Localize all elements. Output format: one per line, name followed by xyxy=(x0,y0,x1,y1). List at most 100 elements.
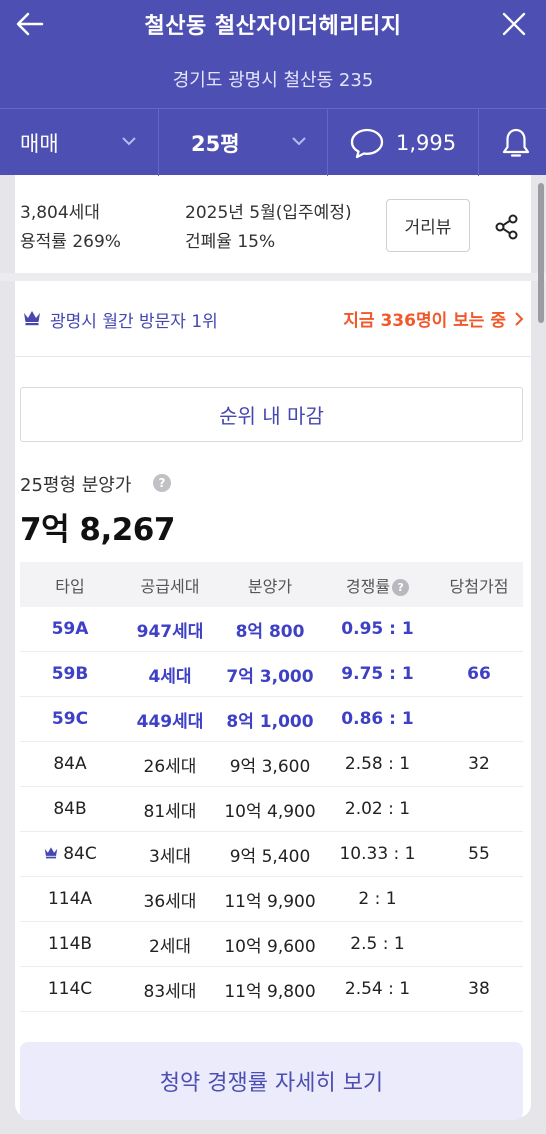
speech-bubble-icon xyxy=(350,128,384,159)
cell-rate-text: 0.86 : 1 xyxy=(341,709,414,729)
chevron-down-icon xyxy=(122,137,136,146)
cell-price-text: 8억 1,000 xyxy=(226,711,314,732)
page-title: 철산동 철산자이더헤리티지 xyxy=(144,14,402,39)
cell-supply: 83세대 xyxy=(120,977,220,1002)
cell-rate-text: 2.5 : 1 xyxy=(350,934,405,954)
cell-rate: 0.86 : 1 xyxy=(320,709,435,729)
cell-supply: 36세대 xyxy=(120,887,220,912)
cell-price-text: 9억 5,400 xyxy=(229,846,311,867)
cell-supply-text: 449세대 xyxy=(136,711,204,732)
chevron-down-icon xyxy=(292,137,306,146)
cell-type-text: 84B xyxy=(53,799,87,819)
share-icon xyxy=(495,214,518,240)
cell-score: 32 xyxy=(435,754,523,774)
crown-icon xyxy=(24,311,40,326)
cell-supply: 947세대 xyxy=(120,617,220,642)
cell-type-text: 84A xyxy=(53,754,87,774)
cell-supply-text: 3세대 xyxy=(148,846,192,867)
table-row[interactable]: 84C 3세대 9억 5,400 10.33 : 1 55 xyxy=(20,832,523,877)
subscription-table: 타입 공급세대 분양가 경쟁률? 당첨가점 59A 947세대 8억 800 0.95… xyxy=(20,562,523,1012)
cell-type: 59C xyxy=(20,709,120,729)
distance-view-button[interactable]: 거리뷰 xyxy=(386,199,470,252)
cell-price: 8억 1,000 xyxy=(220,707,320,732)
help-icon[interactable]: ? xyxy=(392,578,410,596)
cell-rate-text: 2.58 : 1 xyxy=(344,754,411,774)
header: 철산동 철산자이더헤리티지 경기도 광명시 철산동 235 매매 25평 1,9… xyxy=(0,0,546,176)
trade-type-dropdown[interactable]: 매매 xyxy=(0,109,158,176)
cell-type: 84C xyxy=(20,844,120,864)
cell-rate: 2.5 : 1 xyxy=(320,934,435,954)
cell-type: 84B xyxy=(20,799,120,819)
table-row[interactable]: 114C 83세대 11억 9,800 2.54 : 1 38 xyxy=(20,967,523,1012)
table-body: 59A 947세대 8억 800 0.95 : 1 59B 4세대 7억 3,000 9.75… xyxy=(20,607,523,1012)
households: 3,804세대 xyxy=(20,203,100,223)
cell-price-text: 11억 9,800 xyxy=(224,981,316,1002)
table-row[interactable]: 59C 449세대 8억 1,000 0.86 : 1 xyxy=(20,697,523,742)
cell-score-text: 38 xyxy=(468,979,490,999)
cell-supply: 449세대 xyxy=(120,707,220,732)
notification-button[interactable] xyxy=(478,109,546,176)
table-row[interactable]: 114A 36세대 11억 9,900 2 : 1 xyxy=(20,877,523,922)
header-rate: 경쟁률? xyxy=(320,573,435,597)
cell-supply-text: 4세대 xyxy=(148,666,192,687)
cell-supply-text: 947세대 xyxy=(136,621,204,642)
comments-button[interactable]: 1,995 xyxy=(327,109,478,176)
cell-supply-text: 26세대 xyxy=(143,756,197,777)
move-in-date: 2025년 5월(입주예정) xyxy=(185,203,352,223)
title-row: 철산동 철산자이더헤리티지 xyxy=(0,0,546,52)
cell-price: 9억 3,600 xyxy=(220,752,320,777)
help-icon[interactable]: ? xyxy=(153,474,171,492)
address: 경기도 광명시 철산동 235 xyxy=(172,70,374,91)
table-row[interactable]: 59B 4세대 7억 3,000 9.75 : 1 66 xyxy=(20,652,523,697)
cell-score-text: 66 xyxy=(467,664,491,684)
cell-supply-text: 83세대 xyxy=(143,981,197,1002)
cell-price: 8억 800 xyxy=(220,617,320,642)
cell-supply: 26세대 xyxy=(120,752,220,777)
cell-type: 84A xyxy=(20,754,120,774)
cell-supply: 81세대 xyxy=(120,797,220,822)
table-row[interactable]: 84B 81세대 10억 4,900 2.02 : 1 xyxy=(20,787,523,832)
cell-type-text: 114B xyxy=(47,934,93,954)
share-button[interactable] xyxy=(492,212,522,242)
deadline-button[interactable]: 순위 내 마감 xyxy=(20,387,523,442)
viewing-count[interactable]: 지금 336명이 보는 중 xyxy=(343,306,506,331)
cell-rate: 2.58 : 1 xyxy=(320,754,435,774)
table-row[interactable]: 114B 2세대 10억 9,600 2.5 : 1 xyxy=(20,922,523,967)
cell-supply: 4세대 xyxy=(120,662,220,687)
cell-price: 10억 4,900 xyxy=(220,797,320,822)
comment-count: 1,995 xyxy=(396,130,457,155)
cell-price: 10억 9,600 xyxy=(220,932,320,957)
cell-rate-text: 2.02 : 1 xyxy=(344,799,411,819)
table-row[interactable]: 59A 947세대 8억 800 0.95 : 1 xyxy=(20,607,523,652)
cell-type: 59B xyxy=(20,664,120,684)
cell-price: 11억 9,900 xyxy=(220,887,320,912)
cell-type-text: 114C xyxy=(47,979,93,999)
cell-rate: 2.02 : 1 xyxy=(320,799,435,819)
view-details-button[interactable]: 청약 경쟁률 자세히 보기 xyxy=(20,1042,523,1120)
section-divider xyxy=(0,273,546,281)
cell-type-text: 59C xyxy=(51,709,89,729)
cell-price-text: 10억 4,900 xyxy=(224,801,316,822)
cell-price: 7억 3,000 xyxy=(220,662,320,687)
close-icon xyxy=(502,12,526,36)
cell-supply-text: 36세대 xyxy=(143,891,197,912)
table-header: 타입 공급세대 분양가 경쟁률? 당첨가점 xyxy=(20,562,523,607)
cell-rate-text: 10.33 : 1 xyxy=(339,844,416,864)
cell-type: 59A xyxy=(20,619,120,639)
cell-rate: 2 : 1 xyxy=(320,889,435,909)
cell-rate: 10.33 : 1 xyxy=(320,844,435,864)
cell-score: 66 xyxy=(435,664,523,684)
cell-rate-text: 2 : 1 xyxy=(358,889,397,909)
cell-rate-text: 0.95 : 1 xyxy=(341,619,414,639)
cell-score-text: 32 xyxy=(468,754,490,774)
pyeong-dropdown[interactable]: 25평 xyxy=(158,109,327,176)
cell-rate: 0.95 : 1 xyxy=(320,619,435,639)
table-row[interactable]: 84A 26세대 9억 3,600 2.58 : 1 32 xyxy=(20,742,523,787)
cell-rate: 2.54 : 1 xyxy=(320,979,435,999)
cell-score-text: 55 xyxy=(468,844,490,864)
scrollbar[interactable] xyxy=(538,183,544,323)
cell-rate: 9.75 : 1 xyxy=(320,664,435,684)
cell-type-text: 84C xyxy=(63,844,97,864)
cell-type-text: 59A xyxy=(51,619,89,639)
close-button[interactable] xyxy=(498,8,530,40)
